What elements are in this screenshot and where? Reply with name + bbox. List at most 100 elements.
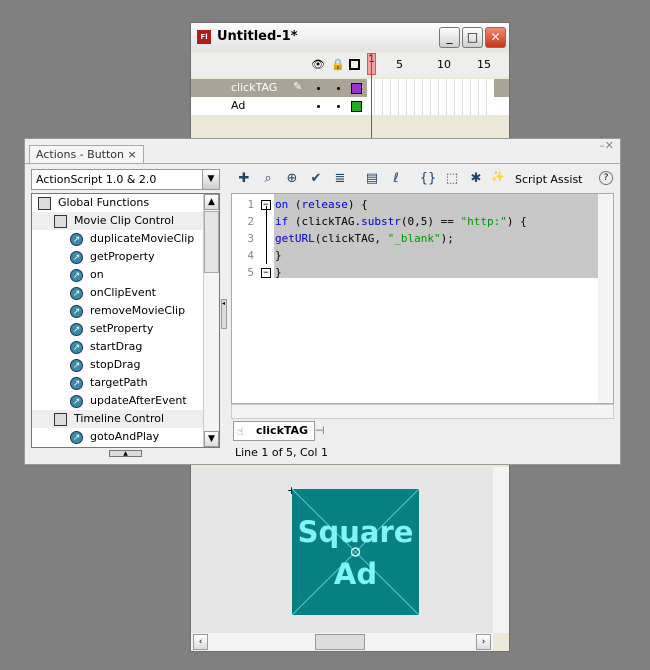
- tree-item[interactable]: ↗ removeMovieClip: [32, 302, 204, 320]
- tree-item-label: stopDrag: [90, 358, 141, 371]
- lock-dot[interactable]: [337, 105, 340, 108]
- wand-icon: ✨: [491, 170, 505, 183]
- actions-toolbox-tree: Global Functions Movie Clip Control ↗ dupli…: [31, 193, 220, 448]
- close-button[interactable]: ✕: [485, 27, 506, 48]
- expand-all-icon[interactable]: ✱: [467, 170, 485, 188]
- tree-item[interactable]: ↗ duplicateMovieClip: [32, 230, 204, 248]
- action-icon: ↗: [70, 251, 83, 264]
- book-icon: [38, 197, 51, 210]
- line-number: 4: [247, 249, 254, 262]
- add-icon[interactable]: ✚: [235, 170, 253, 188]
- help-icon[interactable]: ?: [599, 171, 613, 185]
- code-line[interactable]: }: [275, 247, 282, 264]
- toolbox-collapse-handle[interactable]: ▲: [109, 450, 142, 457]
- tree-item[interactable]: ↗ setProperty: [32, 320, 204, 338]
- fold-toggle-icon[interactable]: −: [261, 268, 271, 278]
- tree-item[interactable]: ↗ getProperty: [32, 248, 204, 266]
- panel-close-icon[interactable]: –✕: [599, 139, 614, 152]
- lock-dot[interactable]: [337, 87, 340, 90]
- script-editor[interactable]: 1 on (release) {− 2 if (clickTAG.substr(0,5…: [231, 193, 614, 404]
- tree-item[interactable]: ↗ stopDrag: [32, 356, 204, 374]
- actionscript-version-dropdown[interactable]: ActionScript 1.0 & 2.0 ▼: [31, 169, 220, 190]
- book-icon: [54, 413, 67, 426]
- collapse-selection-icon[interactable]: ⬚: [443, 170, 461, 188]
- title-bar[interactable]: Fl Untitled-1* _ □ ✕: [191, 23, 509, 51]
- visibility-dot[interactable]: [317, 105, 320, 108]
- action-icon: ↗: [70, 431, 83, 444]
- divider: [25, 163, 620, 164]
- code-line[interactable]: on (release) {: [275, 196, 368, 213]
- action-icon: ↗: [70, 269, 83, 282]
- editor-horizontal-scrollbar[interactable]: [231, 404, 614, 419]
- tree-item[interactable]: ↗ gotoAndPlay: [32, 428, 204, 446]
- status-line: Line 1 of 5, Col 1: [235, 446, 328, 459]
- tree-item-label: updateAfterEvent: [90, 394, 187, 407]
- code-line[interactable]: getURL(clickTAG, "_blank");: [275, 230, 454, 247]
- editor-vertical-scrollbar[interactable]: [598, 194, 613, 403]
- tree-item[interactable]: ↗ targetPath: [32, 374, 204, 392]
- layer-row-ad[interactable]: Ad: [191, 97, 509, 115]
- auto-format-icon[interactable]: ≣: [331, 170, 349, 188]
- tree-item-label: Global Functions: [58, 196, 150, 209]
- layer-row-clicktag[interactable]: clickTAG ✎: [191, 79, 509, 97]
- line-number: 3: [247, 232, 254, 245]
- line-number: 2: [247, 215, 254, 228]
- scroll-thumb[interactable]: [315, 634, 365, 650]
- pin-script-icon[interactable]: ⊣: [315, 424, 325, 437]
- line-number: 5: [247, 266, 254, 279]
- minimize-button[interactable]: _: [439, 27, 460, 48]
- tree-item[interactable]: ↗ on: [32, 266, 204, 284]
- scroll-up-button[interactable]: ▲: [204, 194, 219, 210]
- scroll-down-button[interactable]: ▼: [204, 431, 219, 447]
- scroll-thumb[interactable]: [204, 211, 219, 273]
- tree-item-label: targetPath: [90, 376, 148, 389]
- timeline-header: 👁 🔒 1 5 10 15: [191, 53, 509, 77]
- script-assist-button[interactable]: Script Assist: [515, 173, 583, 186]
- collapse-braces-icon[interactable]: {}: [419, 170, 437, 188]
- script-tab-clicktag[interactable]: ☝ clickTAG: [233, 421, 316, 441]
- layer-color-swatch[interactable]: [351, 101, 362, 112]
- dropdown-value: ActionScript 1.0 & 2.0: [36, 173, 157, 186]
- tree-item-label: onClipEvent: [90, 286, 156, 299]
- frame-cells[interactable]: [367, 79, 494, 97]
- visibility-dot[interactable]: [317, 87, 320, 90]
- tree-item-label: Timeline Control: [74, 412, 165, 425]
- action-icon: ↗: [70, 287, 83, 300]
- tree-scrollbar[interactable]: ▲ ▼: [203, 194, 219, 447]
- tab-label: Actions - Button: [36, 148, 124, 161]
- debug-icon[interactable]: ℓ: [387, 170, 405, 188]
- check-syntax-icon[interactable]: ✔: [307, 170, 325, 188]
- tree-item[interactable]: Timeline Control: [32, 410, 204, 428]
- tree-item[interactable]: ↗ onClipEvent: [32, 284, 204, 302]
- frame-cells[interactable]: [367, 97, 494, 115]
- tree-item[interactable]: Global Functions: [32, 194, 204, 212]
- tree-item[interactable]: Movie Clip Control: [32, 212, 204, 230]
- target-icon[interactable]: ⊕: [283, 170, 301, 188]
- find-icon[interactable]: ⌕: [259, 170, 277, 188]
- actions-panel-tab[interactable]: Actions - Button ×: [29, 145, 144, 163]
- action-icon: ↗: [70, 233, 83, 246]
- tree-item[interactable]: ↗ startDrag: [32, 338, 204, 356]
- maximize-button[interactable]: □: [462, 27, 483, 48]
- tree-item[interactable]: ↗ updateAfterEvent: [32, 392, 204, 410]
- pencil-icon: ✎: [293, 80, 303, 93]
- tree-item-label: getProperty: [90, 250, 155, 263]
- scroll-right-button[interactable]: ›: [476, 634, 491, 650]
- code-line[interactable]: }: [275, 264, 282, 281]
- layer-color-swatch[interactable]: [351, 83, 362, 94]
- outline-icon[interactable]: [349, 59, 360, 70]
- panel-splitter-handle[interactable]: ◂: [221, 299, 227, 329]
- tree-item-label: gotoAndPlay: [90, 430, 160, 443]
- tree-item-label: startDrag: [90, 340, 143, 353]
- lock-icon[interactable]: 🔒: [331, 58, 345, 71]
- close-tab-icon[interactable]: ×: [128, 148, 137, 161]
- code-hint-icon[interactable]: ▤: [363, 170, 381, 188]
- stage-horizontal-scrollbar[interactable]: ‹ ›: [191, 633, 493, 651]
- code-line[interactable]: if (clickTAG.substr(0,5) == "http:") {: [275, 213, 527, 230]
- ad-text-line1: Square: [297, 515, 414, 549]
- eye-icon[interactable]: 👁: [311, 58, 325, 71]
- chevron-down-icon[interactable]: ▼: [202, 170, 219, 189]
- square-ad-button-symbol[interactable]: Square Ad: [292, 489, 419, 615]
- stage-vertical-scrollbar[interactable]: [493, 467, 509, 633]
- scroll-left-button[interactable]: ‹: [193, 634, 208, 650]
